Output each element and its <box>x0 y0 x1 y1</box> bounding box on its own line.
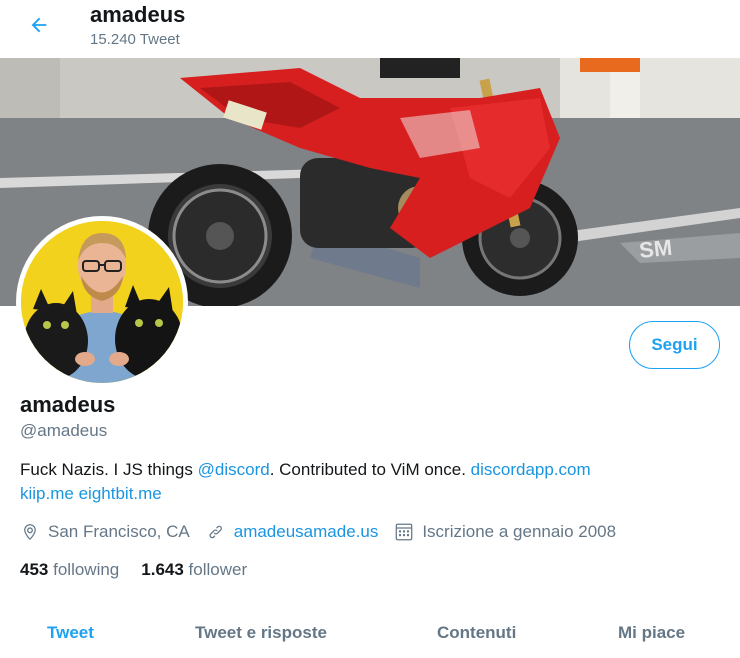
joined-text: Iscrizione a gennaio 2008 <box>422 522 617 541</box>
bio-text: Fuck Nazis. I JS things <box>20 460 198 479</box>
followers-stat[interactable]: 1.643 follower <box>141 560 247 580</box>
bio-text: . Contributed to ViM once. <box>269 460 471 479</box>
tab-tweet-e-risposte[interactable]: Tweet e risposte <box>195 623 327 643</box>
avatar-image <box>21 221 183 383</box>
website-link[interactable]: amadeusamade.us <box>234 522 379 542</box>
profile-handle: @amadeus <box>20 421 108 440</box>
website: amadeusamade.us <box>206 522 379 542</box>
bio-link[interactable]: discordapp.com <box>471 460 591 479</box>
location: San Francisco, CA <box>20 522 190 542</box>
calendar-icon <box>395 523 413 541</box>
link-icon <box>209 525 222 539</box>
profile-avatar[interactable] <box>16 216 188 388</box>
joined-date: Iscrizione a gennaio 2008 <box>394 522 616 542</box>
profile-header-bar: amadeus 15.240 Tweet <box>0 0 740 58</box>
profile-display-name: amadeus <box>20 392 116 417</box>
tab-contenuti[interactable]: Contenuti <box>437 623 516 643</box>
back-button[interactable] <box>22 8 56 42</box>
header-tweet-count: 15.240 Tweet <box>90 31 180 48</box>
bio-mention-link[interactable]: @discord <box>198 460 270 479</box>
following-label: following <box>53 560 120 579</box>
bio-link[interactable]: eightbit.me <box>79 484 162 503</box>
bio-link[interactable]: kiip.me <box>20 484 74 503</box>
followers-label: follower <box>188 560 248 579</box>
following-count: 453 <box>20 560 49 579</box>
back-arrow-icon <box>31 17 47 33</box>
profile-tabs: Tweet Tweet e risposte Contenuti Mi piac… <box>0 608 740 658</box>
svg-text:SM: SM <box>638 235 673 263</box>
tab-tweet[interactable]: Tweet <box>47 623 94 643</box>
header-name: amadeus <box>90 2 186 27</box>
tab-mi-piace[interactable]: Mi piace <box>618 623 685 643</box>
followers-count: 1.643 <box>141 560 184 579</box>
location-pin-icon <box>24 524 36 540</box>
profile-bio: Fuck Nazis. I JS things @discord. Contri… <box>20 458 720 506</box>
location-text: San Francisco, CA <box>48 522 190 541</box>
profile-stats: 453 following 1.643 follower <box>20 560 269 580</box>
follow-button[interactable]: Segui <box>629 321 720 369</box>
profile-meta: San Francisco, CA amadeusamade.us Iscriz… <box>20 519 632 545</box>
following-stat[interactable]: 453 following <box>20 560 119 580</box>
